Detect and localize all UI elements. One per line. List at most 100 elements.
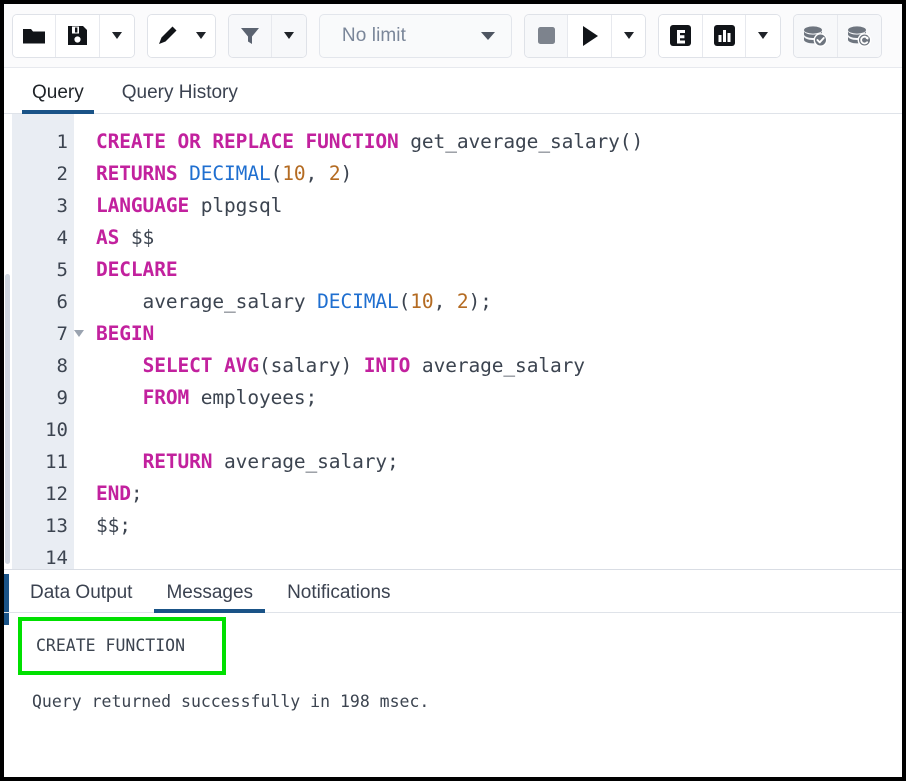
- filter-options-caret-button[interactable]: [272, 15, 306, 57]
- code-line: [96, 542, 902, 569]
- stop-button[interactable]: [525, 15, 568, 57]
- code-token: employees;: [189, 386, 317, 409]
- code-token: ;: [131, 482, 143, 505]
- code-line: CREATE OR REPLACE FUNCTION get_average_s…: [96, 126, 902, 158]
- edit-options-caret-button[interactable]: [187, 15, 215, 57]
- line-number: 6: [12, 286, 74, 318]
- code-token: get_average_salary(): [410, 130, 643, 153]
- code-token: [177, 162, 189, 185]
- code-token: ): [340, 162, 352, 185]
- code-line: BEGIN: [96, 318, 902, 350]
- line-number: 10: [12, 414, 74, 446]
- code-line: FROM employees;: [96, 382, 902, 414]
- rollback-database-arrow-icon: [846, 25, 872, 47]
- tab-query-history[interactable]: Query History: [112, 82, 248, 113]
- code-line: LANGUAGE plpgsql: [96, 190, 902, 222]
- code-token: AS: [96, 226, 119, 249]
- toolbar: No limit: [4, 4, 902, 68]
- code-token: $$;: [96, 514, 131, 537]
- stop-square-icon: [537, 26, 556, 45]
- code-line: AS $$: [96, 222, 902, 254]
- code-token: average_salary: [410, 354, 585, 377]
- open-file-button[interactable]: [13, 15, 56, 57]
- code-line: RETURN average_salary;: [96, 446, 902, 478]
- code-token: average_salary: [96, 290, 317, 313]
- save-file-button[interactable]: [56, 15, 99, 57]
- code-token: 10: [410, 290, 433, 313]
- line-number: 13: [12, 510, 74, 542]
- fold-triangle-icon[interactable]: [74, 330, 84, 337]
- line-number-gutter: 1234567891011121314: [12, 114, 74, 569]
- code-token: RETURN: [143, 450, 213, 473]
- chevron-down-icon: [624, 32, 634, 39]
- transaction-button-group: [793, 14, 882, 58]
- code-token: FROM: [143, 386, 190, 409]
- code-token: END: [96, 482, 131, 505]
- filter-funnel-icon: [239, 25, 261, 47]
- tab-data-output-label: Data Output: [30, 582, 132, 603]
- editor-scrollbar[interactable]: [4, 114, 12, 569]
- messages-panel: CREATE FUNCTION Query returned successfu…: [4, 613, 902, 777]
- tab-query[interactable]: Query: [22, 82, 94, 113]
- code-token: 10: [282, 162, 305, 185]
- code-token: 2: [329, 162, 341, 185]
- code-token: RETURNS: [96, 162, 177, 185]
- line-number: 4: [12, 222, 74, 254]
- execute-button[interactable]: [568, 15, 611, 57]
- code-token: (: [399, 290, 411, 313]
- code-token: SELECT AVG: [143, 354, 259, 377]
- tab-notifications[interactable]: Notifications: [275, 582, 403, 612]
- explain-options-caret-button[interactable]: [746, 15, 780, 57]
- code-token: 2: [457, 290, 469, 313]
- explain-button[interactable]: [659, 15, 702, 57]
- explain-analyze-button[interactable]: [703, 15, 746, 57]
- execute-button-group: [524, 14, 647, 58]
- row-limit-dropdown[interactable]: No limit: [319, 14, 512, 58]
- query-tabbar: Query Query History: [4, 68, 902, 114]
- tab-messages[interactable]: Messages: [154, 582, 265, 612]
- edit-button[interactable]: [148, 15, 188, 57]
- code-token: [399, 130, 411, 153]
- code-line: $$;: [96, 510, 902, 542]
- code-token: plpgsql: [201, 194, 282, 217]
- sql-code-area[interactable]: CREATE OR REPLACE FUNCTION get_average_s…: [74, 114, 902, 569]
- line-number: 11: [12, 446, 74, 478]
- tab-data-output[interactable]: Data Output: [18, 582, 144, 612]
- chevron-down-icon: [284, 32, 294, 39]
- code-token: CREATE OR REPLACE FUNCTION: [96, 130, 399, 153]
- code-token: [96, 354, 143, 377]
- tab-messages-label: Messages: [166, 582, 253, 603]
- code-token: DECIMAL: [317, 290, 398, 313]
- code-token: [119, 226, 131, 249]
- play-execute-icon: [580, 25, 600, 47]
- code-token: DECLARE: [96, 258, 177, 281]
- chevron-down-icon: [758, 32, 768, 39]
- code-token: DECIMAL: [189, 162, 270, 185]
- line-number: 1: [12, 126, 74, 158]
- save-options-caret-button[interactable]: [100, 15, 134, 57]
- code-token: (salary): [259, 354, 364, 377]
- explain-e-icon: [669, 24, 692, 47]
- message-result: CREATE FUNCTION: [22, 633, 222, 659]
- open-file-icon: [22, 26, 46, 46]
- line-number: 7: [12, 318, 74, 350]
- line-number: 2: [12, 158, 74, 190]
- line-number: 8: [12, 350, 74, 382]
- execute-options-caret-button[interactable]: [612, 15, 646, 57]
- code-token: [96, 450, 143, 473]
- commit-button[interactable]: [794, 15, 837, 57]
- tab-notifications-label: Notifications: [287, 582, 391, 603]
- line-number: 14: [12, 542, 74, 569]
- rollback-button[interactable]: [838, 15, 881, 57]
- pencil-edit-icon: [156, 24, 179, 47]
- filter-button[interactable]: [229, 15, 273, 57]
- code-token: );: [469, 290, 492, 313]
- explain-button-group: [658, 14, 781, 58]
- commit-database-check-icon: [802, 25, 828, 47]
- line-number: 5: [12, 254, 74, 286]
- sql-editor: 1234567891011121314 CREATE OR REPLACE FU…: [4, 114, 902, 569]
- code-token: $$: [131, 226, 154, 249]
- code-token: [189, 194, 201, 217]
- code-token: ,: [306, 162, 329, 185]
- tab-query-history-label: Query History: [122, 82, 238, 103]
